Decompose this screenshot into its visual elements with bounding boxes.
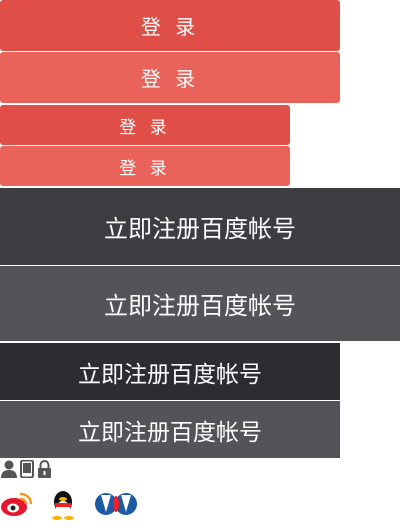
- login-button-small[interactable]: 登 录: [0, 105, 290, 145]
- phone-icon: [20, 460, 34, 478]
- login-button-large[interactable]: 登 录: [0, 0, 340, 51]
- login-button-small-hover[interactable]: 登 录: [0, 146, 290, 186]
- register-button-large[interactable]: 立即注册百度帐号: [0, 188, 400, 265]
- login-button-large-hover[interactable]: 登 录: [0, 52, 340, 103]
- register-button-small[interactable]: 立即注册百度帐号: [0, 343, 340, 400]
- user-icon: [1, 460, 17, 478]
- lock-icon: [38, 460, 51, 478]
- register-button-small-hover[interactable]: 立即注册百度帐号: [0, 401, 340, 458]
- weibo-icon[interactable]: [0, 490, 34, 518]
- register-button-large-hover[interactable]: 立即注册百度帐号: [0, 266, 400, 341]
- renren-icon[interactable]: [95, 490, 137, 518]
- qq-icon[interactable]: [50, 490, 76, 520]
